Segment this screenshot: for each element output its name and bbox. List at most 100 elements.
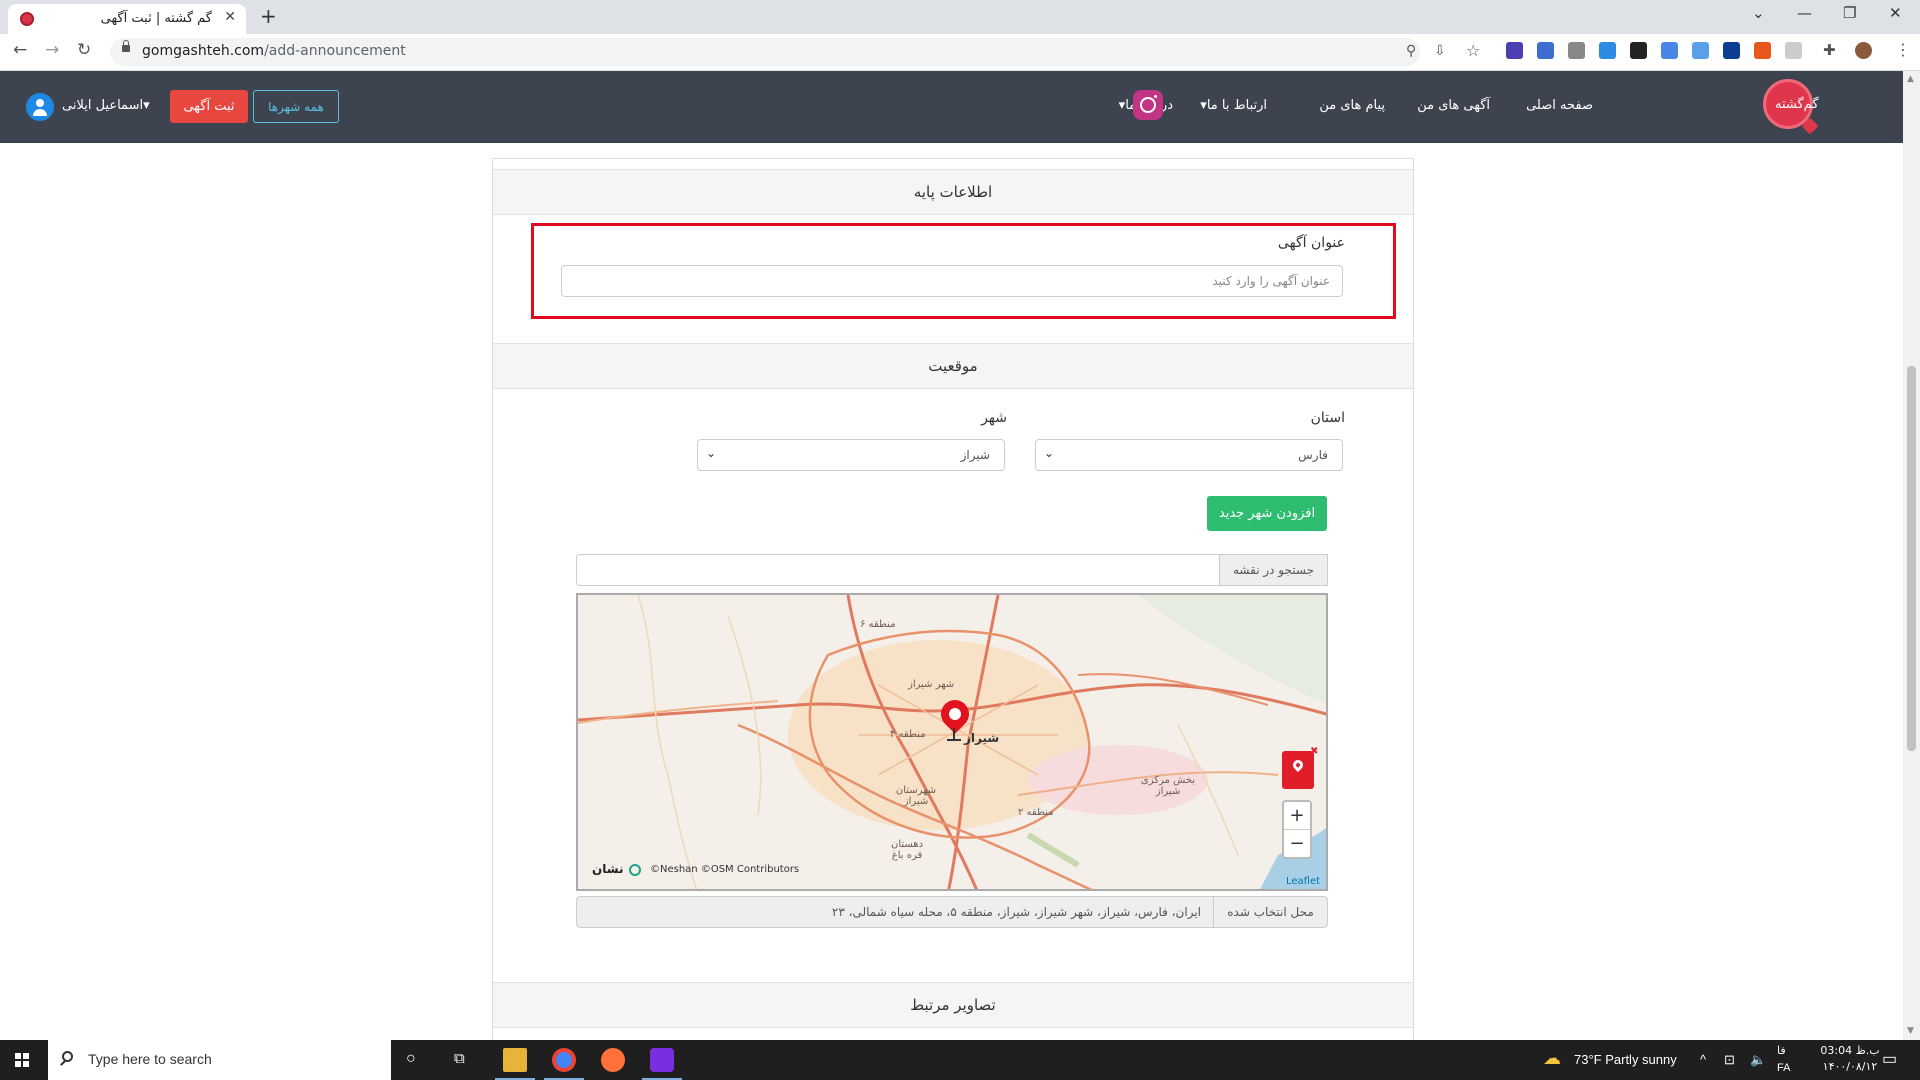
windows-start-icon[interactable] — [15, 1053, 29, 1067]
map-area-label: شهر شیراز — [908, 679, 955, 690]
leaflet-link[interactable]: Leaflet — [1286, 876, 1320, 887]
task-view-icon[interactable]: ⧉ — [454, 1050, 465, 1067]
nav-my-messages[interactable]: پیام های من — [1319, 98, 1385, 113]
scroll-down-icon[interactable]: ▼ — [1907, 1026, 1914, 1036]
notifications-icon[interactable]: ▭ — [1882, 1049, 1897, 1069]
section-location: موقعیت — [493, 343, 1413, 389]
neshan-logo: نشان — [592, 862, 624, 876]
extension-icon[interactable] — [1506, 42, 1523, 59]
url-text[interactable]: gomgashteh.com/add-announcement — [142, 43, 406, 59]
user-avatar-icon[interactable] — [26, 93, 54, 121]
site-favicon-icon — [20, 12, 34, 26]
minimize-button[interactable]: — — [1797, 4, 1812, 22]
cortana-icon[interactable]: ○ — [406, 1050, 416, 1068]
extension-icon[interactable] — [1723, 42, 1740, 59]
map-search-label: جستجو در نقشه — [1219, 554, 1328, 586]
profile-avatar[interactable] — [1855, 42, 1872, 59]
map-city-label: شیراز — [964, 731, 1000, 745]
lock-icon — [122, 40, 130, 52]
all-cities-button[interactable]: همه شهرها — [253, 90, 339, 123]
network-icon[interactable]: ⊡ — [1724, 1052, 1735, 1068]
input-language-short[interactable]: فا — [1777, 1044, 1786, 1057]
tab-search-icon[interactable]: ⌄ — [1752, 4, 1765, 22]
province-value: فارس — [1298, 448, 1328, 462]
firefox-icon[interactable] — [601, 1048, 625, 1072]
puzzle-icon[interactable]: ✚ — [1823, 41, 1836, 59]
tray-overflow-icon[interactable]: ^ — [1700, 1052, 1706, 1067]
map-area-label: دهستان فره باغ — [890, 839, 924, 861]
bookmark-star-icon[interactable]: ☆ — [1466, 41, 1480, 60]
phpstorm-icon[interactable] — [650, 1048, 674, 1072]
taskbar-search[interactable]: Type here to search — [48, 1040, 391, 1080]
site-header: گم‌گشته صفحه اصلی آگهی های من پیام های م… — [0, 71, 1903, 143]
selected-location-value: ایران، فارس، شیراز، شهر شیراز، شیراز، من… — [576, 896, 1214, 928]
section-basic-info: اطلاعات پایه — [493, 169, 1413, 215]
extension-icon[interactable] — [1692, 42, 1709, 59]
back-arrow-icon[interactable]: ← — [13, 40, 27, 60]
map-area-label: منطقه ۲ — [1018, 807, 1054, 818]
city-select[interactable]: شیراز ⌄ — [697, 439, 1005, 471]
site-logo[interactable]: گم‌گشته — [1763, 79, 1819, 129]
page-scrollbar[interactable]: ▲ ▼ — [1903, 71, 1920, 1040]
windows-taskbar: Type here to search ○ ⧉ ☁ 73°F Partly su… — [0, 1040, 1920, 1080]
instagram-icon[interactable] — [1133, 90, 1163, 120]
map-area-label: شهرستان شیراز — [895, 785, 937, 807]
scrollbar-thumb[interactable] — [1907, 366, 1916, 751]
zoom-in-button[interactable]: + — [1284, 802, 1310, 830]
browser-tab[interactable]: گم گشته | ثبت آگهی ✕ — [8, 4, 246, 34]
close-window-button[interactable]: ✕ — [1889, 4, 1902, 22]
tab-close-icon[interactable]: ✕ — [224, 9, 236, 25]
weather-text[interactable]: 73°F Partly sunny — [1574, 1052, 1677, 1067]
menu-dots-icon[interactable]: ⋮ — [1895, 40, 1911, 59]
map-attribution: ©Neshan ©OSM Contributors — [650, 864, 800, 875]
extension-icon[interactable] — [1785, 42, 1802, 59]
map-search-input[interactable] — [576, 554, 1220, 586]
chevron-down-icon: ⌄ — [1044, 446, 1055, 460]
chevron-down-icon: ⌄ — [706, 446, 717, 460]
new-tab-button[interactable]: + — [260, 4, 277, 28]
zoom-out-button[interactable]: − — [1284, 830, 1310, 857]
extension-icon[interactable] — [1537, 42, 1554, 59]
map-area-label: بخش مرکزی شیراز — [1140, 775, 1196, 797]
extension-icon[interactable] — [1599, 42, 1616, 59]
browser-tab-strip: گم گشته | ثبت آگهی ✕ + ⌄ — ❐ ✕ — [0, 0, 1920, 34]
scroll-up-icon[interactable]: ▲ — [1907, 74, 1914, 84]
city-value: شیراز — [960, 448, 990, 462]
tab-title: گم گشته | ثبت آگهی — [100, 11, 212, 26]
search-icon — [62, 1051, 73, 1062]
file-explorer-icon[interactable] — [503, 1048, 527, 1072]
map-marker-base — [947, 739, 961, 741]
location-map[interactable]: منطقه ۶ شهر شیراز منطقه ۴ شهرستان شیراز … — [576, 593, 1328, 891]
location-icon[interactable]: ⚲ — [1406, 43, 1416, 59]
forward-arrow-icon[interactable]: → — [45, 40, 59, 60]
selected-location-label: محل انتخاب شده — [1213, 896, 1328, 928]
taskbar-search-placeholder: Type here to search — [88, 1051, 212, 1067]
highlight-box — [531, 223, 1396, 319]
translate-icon[interactable] — [1661, 42, 1678, 59]
volume-icon[interactable]: 🔈 — [1750, 1052, 1766, 1068]
install-icon[interactable]: ⇩ — [1434, 43, 1446, 59]
reload-icon[interactable]: ↻ — [77, 40, 91, 60]
add-city-button[interactable]: افزودن شهر جدید — [1207, 496, 1327, 531]
map-area-label: منطقه ۴ — [890, 729, 926, 740]
user-menu[interactable]: ▾اسماعیل ایلانی — [62, 98, 150, 113]
camera-icon[interactable] — [1568, 42, 1585, 59]
weather-icon[interactable]: ☁ — [1543, 1048, 1561, 1069]
address-bar[interactable]: gomgashteh.com/add-announcement ⚲ — [110, 38, 1420, 66]
nav-home[interactable]: صفحه اصلی — [1526, 98, 1593, 113]
restore-button[interactable]: ❐ — [1843, 4, 1856, 22]
chrome-icon[interactable] — [552, 1048, 576, 1072]
province-label: استان — [1310, 410, 1345, 426]
section-related-images: تصاویر مرتبط — [493, 982, 1413, 1028]
input-language[interactable]: FA — [1777, 1062, 1790, 1074]
clear-location-icon[interactable]: ✖ — [1310, 746, 1318, 757]
nav-my-ads[interactable]: آگهی های من — [1417, 98, 1490, 113]
province-select[interactable]: فارس ⌄ — [1035, 439, 1343, 471]
city-label: شهر — [981, 410, 1007, 426]
extension-icon[interactable] — [1754, 42, 1771, 59]
nav-contact-dropdown[interactable]: ارتباط با ما▾ — [1200, 98, 1267, 113]
map-roads — [578, 595, 1326, 889]
map-area-label: منطقه ۶ — [860, 619, 896, 630]
extension-icon[interactable] — [1630, 42, 1647, 59]
submit-ad-button[interactable]: ثبت آگهی — [170, 90, 248, 123]
